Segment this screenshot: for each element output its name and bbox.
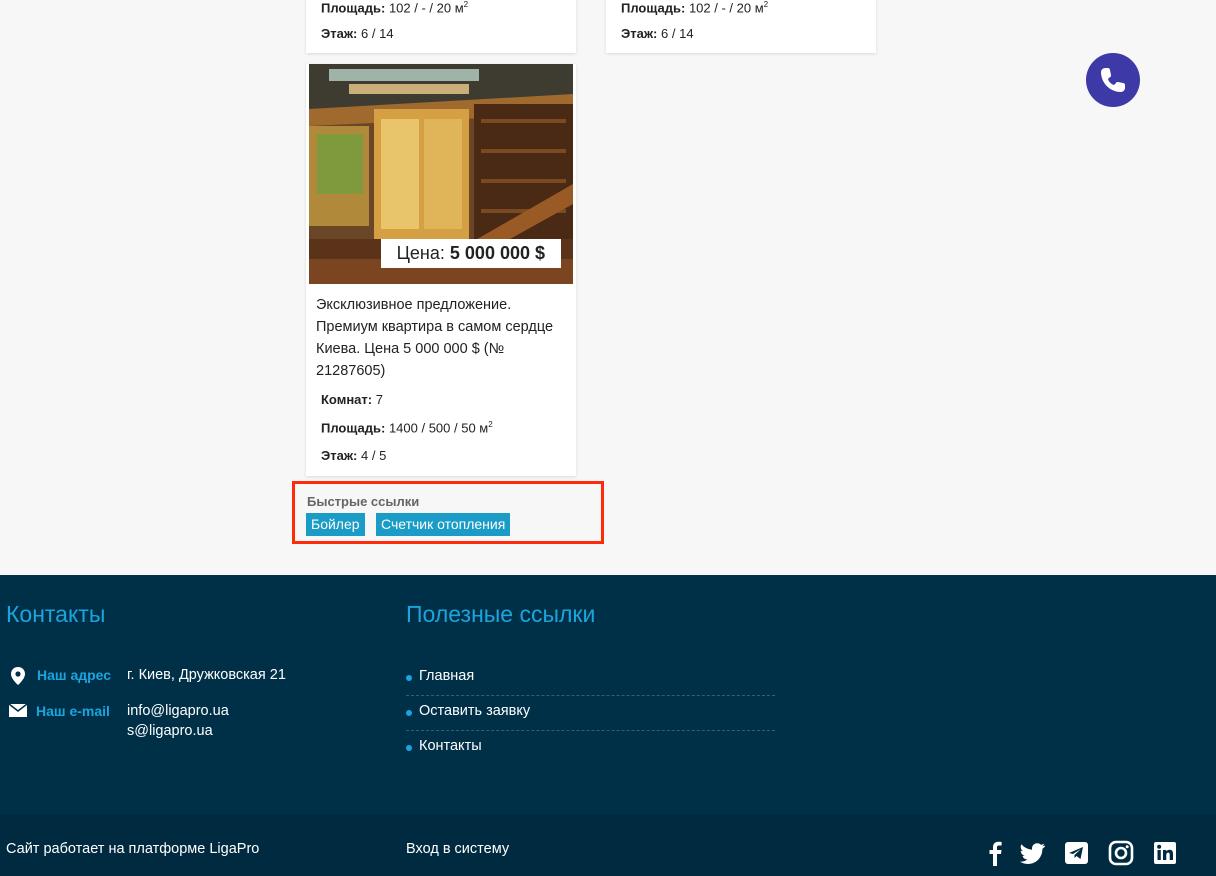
footer-link-label[interactable]: Контакты — [419, 738, 482, 754]
listing-area: Площадь: 102 / - / 20 м2 — [621, 0, 769, 16]
quick-links-highlight: Быстрые ссылки Бойлер Счетчик отопления — [292, 481, 604, 544]
quick-links-title: Быстрые ссылки — [307, 494, 420, 509]
price-value: 5 000 000 $ — [449, 243, 545, 263]
footer-link-request[interactable]: Оставить заявку — [406, 696, 775, 731]
call-button[interactable] — [1086, 53, 1140, 107]
envelope-icon — [9, 704, 27, 717]
useful-links-title: Полезные ссылки — [406, 601, 596, 627]
quick-link-boiler[interactable]: Бойлер — [306, 513, 365, 536]
map-pin-icon — [11, 667, 25, 685]
contacts-title: Контакты — [6, 601, 106, 627]
telegram-icon[interactable] — [1064, 840, 1090, 866]
footer-link-label[interactable]: Главная — [419, 668, 474, 684]
listing-area: Площадь: 102 / - / 20 м2 — [321, 0, 469, 16]
footer-link-home[interactable]: Главная — [406, 661, 775, 696]
footer-bottom-bar: Сайт работает на платформе LigaPro Вход … — [0, 814, 1216, 876]
address-value: г. Киев, Дружковская 21 — [127, 667, 286, 683]
listing-rooms: Комнат: 7 — [321, 392, 383, 407]
linkedin-icon[interactable] — [1152, 840, 1178, 866]
listing-description[interactable]: Эксклюзивное предложение. Премиум кварти… — [316, 294, 566, 382]
listing-card[interactable]: Цена: 5 000 000 $ Эксклюзивное предложен… — [306, 64, 576, 476]
listing-floor: Этаж: 6 / 14 — [621, 26, 694, 41]
address-label: Наш адрес — [37, 667, 112, 683]
price-badge: Цена: 5 000 000 $ — [380, 239, 561, 268]
email-primary[interactable]: info@ligapro.ua — [127, 703, 229, 719]
footer-link-label[interactable]: Оставить заявку — [419, 703, 530, 719]
listing-floor: Этаж: 6 / 14 — [321, 26, 394, 41]
footer-link-contacts[interactable]: Контакты — [406, 731, 775, 765]
listing-area: Площадь: 1400 / 500 / 50 м2 — [321, 420, 493, 436]
listing-card-partial-left[interactable]: Площадь: 102 / - / 20 м2 Этаж: 6 / 14 — [306, 0, 576, 53]
bullet-icon — [406, 745, 412, 751]
bullet-icon — [406, 710, 412, 716]
listing-card-partial-right[interactable]: Площадь: 102 / - / 20 м2 Этаж: 6 / 14 — [606, 0, 876, 53]
email-label: Наш e-mail — [36, 703, 110, 719]
price-label: Цена: — [396, 243, 445, 263]
email-secondary[interactable]: s@ligapro.ua — [127, 723, 213, 739]
phone-icon — [1101, 68, 1125, 92]
facebook-icon[interactable] — [982, 840, 1008, 866]
twitter-icon[interactable] — [1020, 840, 1046, 866]
footer: Контакты Наш адрес г. Киев, Дружковская … — [0, 575, 1216, 814]
login-link[interactable]: Вход в систему — [406, 841, 509, 857]
instagram-icon[interactable] — [1108, 840, 1134, 866]
platform-credit[interactable]: Сайт работает на платформе LigaPro — [6, 841, 259, 857]
quick-link-heat-meter[interactable]: Счетчик отопления — [376, 513, 511, 536]
listing-photo[interactable]: Цена: 5 000 000 $ — [309, 64, 573, 284]
bullet-icon — [406, 675, 412, 681]
listing-floor: Этаж: 4 / 5 — [321, 448, 387, 463]
